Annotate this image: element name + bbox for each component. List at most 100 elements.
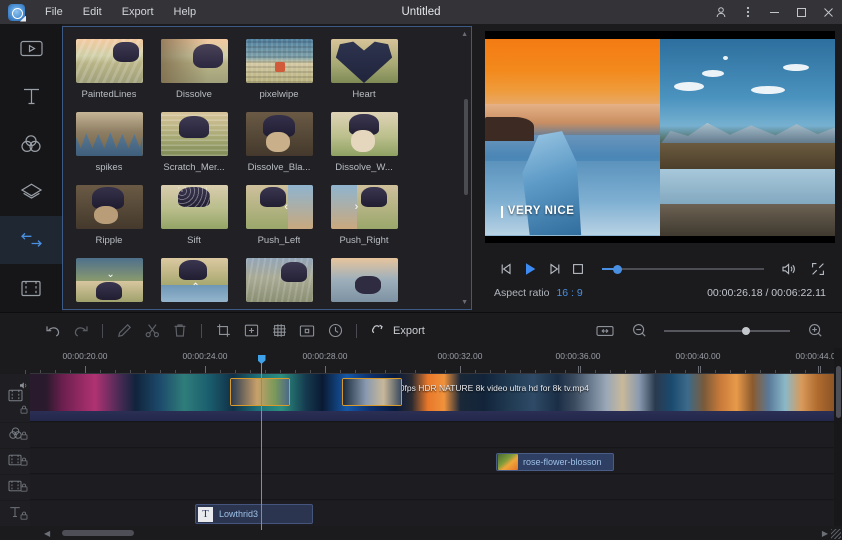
lock-icon[interactable]	[20, 507, 28, 525]
transition-item[interactable]: Scratch_Mer...	[155, 112, 233, 173]
timeline-horizontal-scrollbar[interactable]: ◀ ▶	[0, 526, 842, 540]
aspect-ratio-value[interactable]: 16 : 9	[556, 287, 582, 299]
mute-speaker-icon[interactable]	[19, 377, 28, 395]
fit-to-window-button[interactable]	[592, 318, 618, 344]
transition-item[interactable]: Dissolve_W...	[325, 112, 403, 173]
play-icon[interactable]	[518, 257, 542, 281]
minimize-icon[interactable]	[761, 0, 788, 24]
freeze-frame-button[interactable]	[294, 318, 320, 344]
menu-file[interactable]: File	[35, 3, 73, 21]
maximize-icon[interactable]	[788, 0, 815, 24]
transition-item[interactable]: Sift	[155, 185, 233, 246]
sidebar-item-elements[interactable]	[0, 264, 62, 312]
elements-filmstrip-icon	[20, 279, 42, 298]
sidebar-item-media[interactable]	[0, 24, 62, 72]
pip-button[interactable]	[238, 318, 264, 344]
preview-stage[interactable]: VERY NICE	[485, 31, 835, 243]
sidebar-item-text[interactable]	[0, 72, 62, 120]
transition-item[interactable]: Scratch_Dust	[240, 258, 318, 310]
close-icon[interactable]	[815, 0, 842, 24]
transition-thumbnail	[161, 39, 228, 83]
menu-edit[interactable]: Edit	[73, 3, 112, 21]
transition-item[interactable]: › Push_Right	[325, 185, 403, 246]
zoom-out-button[interactable]	[626, 318, 652, 344]
transition-item[interactable]: pixelwipe	[240, 39, 318, 100]
sidebar-item-filters[interactable]	[0, 120, 62, 168]
title-bar: File Edit Export Help Untitled	[0, 0, 842, 24]
transition-item[interactable]: PaintedLines	[70, 39, 148, 100]
zoom-in-button[interactable]	[802, 318, 828, 344]
seek-slider[interactable]	[602, 260, 764, 278]
scroll-right-icon[interactable]: ▶	[822, 529, 828, 538]
split-button[interactable]	[139, 318, 165, 344]
transition-item[interactable]: ‹ Push_Left	[240, 185, 318, 246]
overlay-clip[interactable]: rose-flower-blosson	[496, 453, 614, 471]
zoom-slider[interactable]	[664, 325, 790, 337]
track-header-text-1[interactable]	[0, 501, 30, 528]
transition-thumbnail	[246, 39, 313, 83]
speed-button[interactable]	[322, 318, 348, 344]
playhead[interactable]	[261, 362, 262, 530]
crop-button[interactable]	[210, 318, 236, 344]
library-scrollbar[interactable]	[464, 99, 468, 195]
transition-clip[interactable]	[342, 378, 402, 406]
delete-button[interactable]	[167, 318, 193, 344]
window-resize-grip[interactable]	[831, 529, 841, 539]
track-header-filter[interactable]	[0, 423, 30, 448]
timeline-vertical-scrollbar[interactable]	[834, 348, 842, 526]
lock-icon[interactable]	[20, 453, 28, 471]
text-clip[interactable]: T Lowthrid3	[195, 504, 313, 524]
track-lane-pip-1[interactable]: rose-flower-blosson	[30, 449, 842, 474]
track-lane-pip-2[interactable]	[30, 475, 842, 500]
export-button[interactable]: Export	[371, 322, 425, 339]
track-lane-filter[interactable]	[30, 423, 842, 448]
transition-label: Dissolve_W...	[335, 162, 393, 173]
track-header-pip-2[interactable]	[0, 475, 30, 500]
hscroll-thumb[interactable]	[62, 530, 134, 536]
ruler-label: 00:00:36.00	[556, 351, 601, 361]
text-icon	[21, 86, 42, 107]
transition-item[interactable]: Dissolve_Bla...	[240, 112, 318, 173]
timeline-ruler[interactable]: 00:00:20.00 00:00:24.00 00:00:28.00 00:0…	[30, 348, 842, 374]
transition-clip[interactable]	[230, 378, 290, 406]
lock-icon[interactable]	[20, 401, 28, 419]
previous-frame-icon[interactable]	[494, 257, 518, 281]
text-clip-label: Lowthrid3	[219, 509, 258, 519]
track-lane-text-1[interactable]: T Lowthrid3	[30, 501, 842, 528]
preview-clip-a: VERY NICE	[485, 39, 660, 236]
scroll-down-arrow-icon[interactable]: ▼	[461, 299, 468, 306]
fullscreen-icon[interactable]	[806, 257, 830, 281]
transition-item[interactable]: Dissolve	[155, 39, 233, 100]
lock-icon[interactable]	[20, 427, 28, 445]
transition-item[interactable]: Heart	[325, 39, 403, 100]
mosaic-button[interactable]	[266, 318, 292, 344]
transitions-library-panel[interactable]: ▲ PaintedLines Dissolve	[62, 26, 472, 310]
transition-item[interactable]	[325, 258, 403, 310]
transition-item[interactable]: Ripple	[70, 185, 148, 246]
volume-icon[interactable]	[776, 257, 800, 281]
transition-label: Push_Left	[258, 235, 301, 246]
more-vertical-icon[interactable]	[734, 0, 761, 24]
stop-icon[interactable]	[566, 257, 590, 281]
track-header-pip-1[interactable]	[0, 449, 30, 474]
aspect-ratio-label: Aspect ratio	[494, 287, 549, 299]
track-header-video[interactable]	[0, 374, 30, 422]
redo-button[interactable]	[68, 318, 94, 344]
transition-item[interactable]: ⌃ Push_Up	[155, 258, 233, 310]
edit-button[interactable]	[111, 318, 137, 344]
scroll-left-icon[interactable]: ◀	[44, 529, 50, 538]
video-clip[interactable]: LG 8k 60fps HDR NATURE 8k video ultra hd…	[30, 374, 842, 421]
transition-thumbnail: ⌄	[76, 258, 143, 302]
overlays-layers-icon	[20, 182, 43, 203]
menu-help[interactable]: Help	[164, 3, 207, 21]
sidebar-item-transitions[interactable]	[0, 216, 62, 264]
next-frame-icon[interactable]	[542, 257, 566, 281]
transition-item[interactable]: spikes	[70, 112, 148, 173]
lock-icon[interactable]	[20, 479, 28, 497]
transition-item[interactable]: ⌄ Push_Down	[70, 258, 148, 310]
track-lane-video[interactable]: LG 8k 60fps HDR NATURE 8k video ultra hd…	[30, 374, 842, 422]
undo-button[interactable]	[40, 318, 66, 344]
user-account-icon[interactable]	[707, 0, 734, 24]
sidebar-item-overlays[interactable]	[0, 168, 62, 216]
menu-export[interactable]: Export	[112, 3, 164, 21]
